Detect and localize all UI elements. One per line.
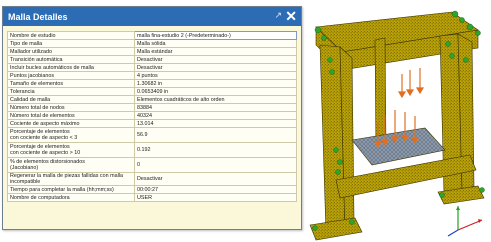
property-name: Nombre de computadora — [7, 193, 135, 202]
property-name: Calidad de malla — [7, 95, 135, 104]
property-name: Número total de nodos — [7, 103, 135, 112]
pin-icon[interactable]: ↗ — [274, 10, 282, 21]
property-value[interactable]: malla fina-estudio 2 (-Predeterminado-) — [134, 31, 297, 40]
property-value[interactable]: Elementos cuadráticos de alto orden — [134, 95, 297, 104]
property-value[interactable]: 0.0653409 in — [134, 87, 297, 96]
property-row: Tipo de malla Malla sólida — [7, 39, 297, 48]
mesh-details-table: Nombre de estudio malla fina-estudio 2 (-… — [7, 31, 297, 202]
property-row: Puntos jacobianos 4 puntos — [7, 71, 297, 80]
property-name: Tolerancia — [7, 87, 135, 96]
property-value[interactable]: Desactivar — [134, 63, 297, 72]
property-row: Número total de nodos 83884 — [7, 103, 297, 112]
property-name: Número total de elementos — [7, 111, 135, 120]
property-row: Porcentaje de elementos con cociente de a… — [7, 142, 297, 158]
property-name: Regenerar la malla de piezas fallidas co… — [7, 172, 135, 186]
property-value[interactable]: 1.30682 in — [134, 79, 297, 88]
property-name: Tipo de malla — [7, 39, 135, 48]
property-name: Porcentaje de elementos con cociente de a… — [7, 142, 135, 158]
dialog-title: Malla Detalles — [8, 11, 68, 22]
property-row: Cociente de aspecto máximo 13.014 — [7, 119, 297, 128]
property-row: Porcentaje de elementos con cociente de a… — [7, 127, 297, 143]
property-name: Transición automática — [7, 55, 135, 64]
property-value[interactable]: 00:00:27 — [134, 185, 297, 194]
property-row: % de elementos distorsionados (Jacobiano)… — [7, 157, 297, 173]
property-value[interactable]: 0 — [134, 157, 297, 173]
property-name: Mallador utilizado — [7, 47, 135, 56]
property-value[interactable]: Malla estándar — [134, 47, 297, 56]
property-name: Porcentaje de elementos con cociente de a… — [7, 127, 135, 143]
property-value[interactable]: 83884 — [134, 103, 297, 112]
close-icon[interactable]: ✕ — [285, 7, 297, 25]
property-value[interactable]: 4 puntos — [134, 71, 297, 80]
property-row: Incluir bucles automáticos de malla Desac… — [7, 63, 297, 72]
mesh-details-dialog: Malla Detalles ↗ ✕ Nombre de estudio mall… — [2, 6, 302, 230]
property-row: Nombre de estudio malla fina-estudio 2 (-… — [7, 31, 297, 40]
property-name: Tamaño de elementos — [7, 79, 135, 88]
property-name: Incluir bucles automáticos de malla — [7, 63, 135, 72]
property-value[interactable]: 0.192 — [134, 142, 297, 158]
property-row: Mallador utilizado Malla estándar — [7, 47, 297, 56]
property-name: Puntos jacobianos — [7, 71, 135, 80]
property-name: Tiempo para completar la malla (hh;mm;ss… — [7, 185, 135, 194]
property-name: Cociente de aspecto máximo — [7, 119, 135, 128]
property-row: Nombre de computadora USER — [7, 193, 297, 202]
property-row: Calidad de malla Elementos cuadráticos de… — [7, 95, 297, 104]
property-row: Regenerar la malla de piezas fallidas co… — [7, 172, 297, 186]
property-value[interactable]: Desactivar — [134, 172, 297, 186]
property-value[interactable]: USER — [134, 193, 297, 202]
property-name: % de elementos distorsionados (Jacobiano) — [7, 157, 135, 173]
property-row: Tolerancia 0.0653409 in — [7, 87, 297, 96]
property-row: Transición automática Desactivar — [7, 55, 297, 64]
property-value[interactable]: 13.014 — [134, 119, 297, 128]
property-name: Nombre de estudio — [7, 31, 135, 40]
property-row: Número total de elementos 40324 — [7, 111, 297, 120]
property-value[interactable]: 40324 — [134, 111, 297, 120]
property-row: Tamaño de elementos 1.30682 in — [7, 79, 297, 88]
property-value[interactable]: Malla sólida — [134, 39, 297, 48]
property-value[interactable]: 56.9 — [134, 127, 297, 143]
property-value[interactable]: Desactivar — [134, 55, 297, 64]
triad-icon — [447, 206, 483, 237]
dialog-titlebar[interactable]: Malla Detalles ↗ ✕ — [3, 7, 301, 26]
property-row: Tiempo para completar la malla (hh;mm;ss… — [7, 185, 297, 194]
